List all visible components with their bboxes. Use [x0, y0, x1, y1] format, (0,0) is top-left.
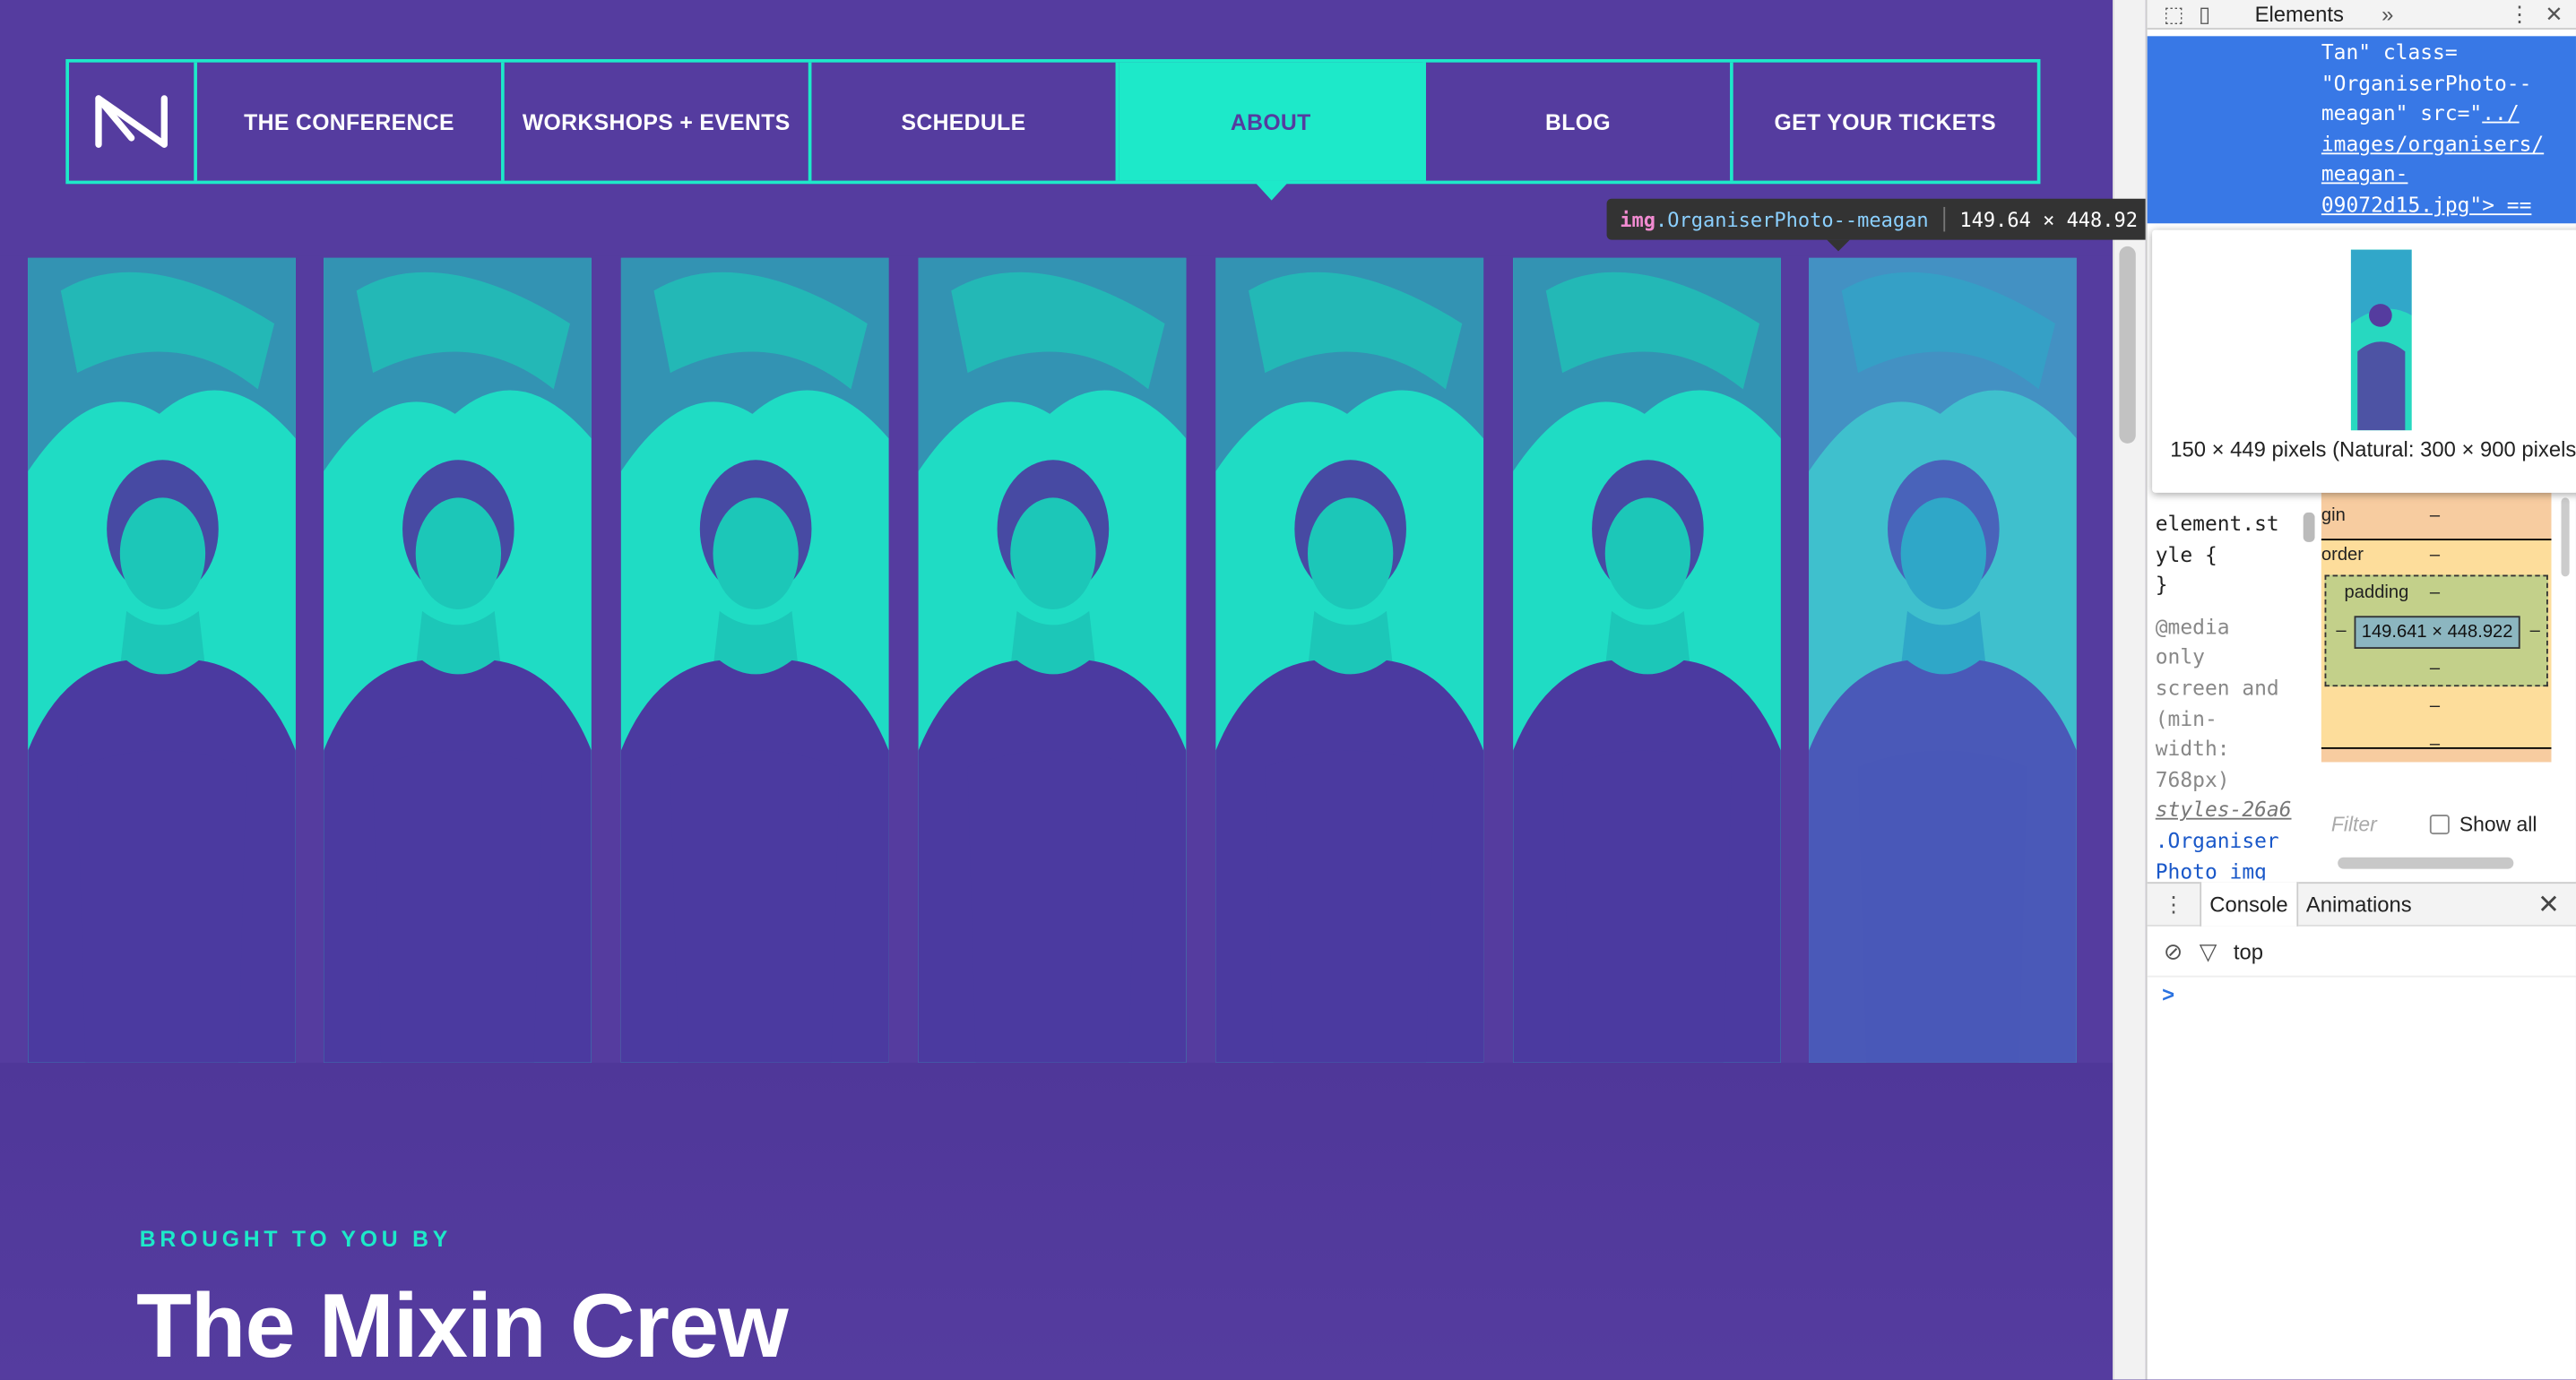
media-query-line: (min-	[2155, 705, 2217, 730]
padding-top-value: –	[2429, 582, 2441, 603]
css-selector: Photo img	[2155, 858, 2267, 881]
tooltip-size: 149.64 × 448.92	[1959, 207, 2139, 231]
more-tabs-icon[interactable]: »	[2382, 2, 2393, 26]
nav-item-conference[interactable]: THE CONFERENCE	[197, 62, 505, 181]
organiser-portrait	[324, 257, 592, 1063]
organiser-portrait	[1513, 257, 1781, 1063]
nav-item-schedule[interactable]: SCHEDULE	[811, 62, 1119, 181]
code-line: "OrganiserPhoto--	[2321, 70, 2532, 95]
element-style-line: yle {	[2155, 541, 2217, 566]
border-label: order	[2321, 545, 2364, 565]
element-tooltip: img .OrganiserPhoto--meagan 149.64 × 448.…	[1606, 198, 2151, 252]
box-model-scrollbar[interactable]	[2561, 497, 2570, 577]
tab-elements[interactable]: Elements	[2255, 2, 2344, 26]
horizontal-scrollbar[interactable]	[2338, 857, 2514, 869]
computed-filter-row: Filter Show all	[2331, 808, 2562, 841]
drawer-menu-icon[interactable]: ⋮	[2148, 891, 2200, 917]
organiser-photo-organiser-3	[620, 257, 889, 1063]
box-model: 149.641 × 448.922 gin – order – padding …	[2321, 492, 2552, 772]
page-scrollbar-thumb[interactable]	[2119, 246, 2136, 444]
organiser-portrait	[1215, 257, 1484, 1063]
devtools-panel: ⬚ ▯ Elements » ⋮ ✕ Tan" class= "Organise…	[2145, 0, 2576, 1380]
tooltip-class: .OrganiserPhoto--meagan	[1655, 207, 1929, 231]
code-line: Tan" class=	[2321, 39, 2458, 65]
organiser-photo-organiser-1	[28, 257, 296, 1063]
devtools-toolbar: ⬚ ▯ Elements » ⋮ ✕	[2147, 0, 2576, 30]
nav-item-about[interactable]: ABOUT	[1119, 62, 1426, 181]
tooltip-divider	[1943, 206, 1945, 232]
image-preview-popover: 150 × 449 pixels (Natural: 300 × 900 pix…	[2152, 229, 2576, 493]
close-icon[interactable]: ✕	[2545, 1, 2563, 27]
element-style-line: element.st	[2155, 511, 2279, 536]
margin-value: –	[2429, 505, 2441, 526]
drawer-tabs: ⋮ Console Animations ✕	[2147, 882, 2576, 927]
show-all-label: Show all	[2459, 813, 2537, 836]
organiser-portrait	[620, 257, 889, 1063]
media-query-line: width:	[2155, 736, 2230, 761]
console-prompt[interactable]: >	[2162, 982, 2174, 1006]
organiser-photo-organiser-6	[1513, 257, 1781, 1063]
main-nav: THE CONFERENCE WORKSHOPS + EVENTS SCHEDU…	[65, 58, 2041, 185]
preview-person-illustration	[2350, 249, 2412, 431]
organiser-portrait	[1809, 257, 2077, 1063]
src-prefix-link[interactable]: ../	[2482, 100, 2519, 125]
organiser-photo-organiser-4	[918, 257, 1187, 1063]
code-line: 09072d15.jpg"> ==	[2321, 191, 2576, 221]
tab-console[interactable]: Console	[2200, 882, 2298, 927]
padding-left-value: –	[2336, 620, 2347, 641]
styles-scrollbar[interactable]	[2303, 512, 2315, 542]
code-line: images/organisers/	[2321, 129, 2576, 160]
media-query-line: @media	[2155, 614, 2230, 639]
organiser-portrait	[918, 257, 1187, 1063]
organiser-photo-organiser-2	[324, 257, 592, 1063]
box-model-content: 149.641 × 448.922	[2354, 616, 2520, 649]
styles-pane: element.st yle { } @media only screen an…	[2148, 493, 2319, 881]
filter-icon[interactable]: ▽	[2200, 938, 2217, 966]
padding-right-value: –	[2529, 620, 2540, 641]
organiser-photo-organiser-5	[1215, 257, 1484, 1063]
organiser-portrait	[28, 257, 296, 1063]
section-eyebrow: BROUGHT TO YOU BY	[139, 1227, 452, 1252]
code-line: meagan" src="../	[2321, 99, 2576, 129]
image-preview-caption: 150 × 449 pixels (Natural: 300 × 900 pix…	[2170, 436, 2576, 462]
media-query-line: screen and	[2155, 675, 2279, 700]
src-link[interactable]: images/organisers/	[2321, 131, 2544, 155]
media-query-line: only	[2155, 644, 2205, 669]
media-query-line: 768px)	[2155, 766, 2230, 791]
device-toggle-icon[interactable]: ▯	[2199, 1, 2210, 27]
nav-item-workshops[interactable]: WORKSHOPS + EVENTS	[505, 62, 812, 181]
code-line: meagan-	[2321, 160, 2576, 190]
padding-label: padding	[2344, 582, 2409, 603]
stylesheet-link[interactable]: styles-26a6	[2156, 796, 2318, 826]
padding-bottom-value: –	[2429, 658, 2441, 678]
filter-input[interactable]: Filter	[2331, 813, 2430, 836]
mixin-logo-icon	[95, 95, 168, 148]
kebab-menu-icon[interactable]: ⋮	[2509, 1, 2530, 27]
context-selector[interactable]: top	[2234, 939, 2263, 963]
css-selector: .Organiser	[2155, 827, 2279, 853]
drawer-close-icon[interactable]: ✕	[2537, 889, 2560, 922]
tooltip-tag: img	[1620, 207, 1655, 231]
nav-item-tickets[interactable]: GET YOUR TICKETS	[1733, 63, 2037, 181]
nav-item-blog[interactable]: BLOG	[1426, 62, 1733, 181]
selected-node[interactable]: Tan" class= "OrganiserPhoto-- meagan" sr…	[2147, 36, 2576, 224]
section-headline: The Mixin Crew	[136, 1274, 788, 1376]
src-link[interactable]: meagan-	[2321, 161, 2408, 185]
image-preview-thumb	[2350, 249, 2412, 431]
border-value: –	[2429, 545, 2441, 565]
code-line-text: meagan" src="	[2321, 100, 2483, 125]
inspect-icon[interactable]: ⬚	[2164, 1, 2184, 27]
clear-console-icon[interactable]: ⊘	[2164, 938, 2183, 966]
element-style-line: }	[2155, 572, 2168, 597]
src-link[interactable]: 09072d15.jpg"> ==	[2321, 192, 2531, 216]
organiser-photos	[0, 257, 2113, 1063]
show-all-checkbox[interactable]	[2429, 815, 2450, 835]
console-toolbar: ⊘ ▽ top	[2147, 928, 2576, 978]
tab-animations[interactable]: Animations	[2298, 882, 2420, 926]
margin-label: gin	[2321, 505, 2346, 526]
margin-bottom-value: –	[2429, 734, 2441, 755]
organiser-photo-meagan	[1809, 257, 2077, 1063]
border-bottom-value: –	[2429, 696, 2441, 717]
mixin-logo[interactable]	[69, 62, 197, 181]
